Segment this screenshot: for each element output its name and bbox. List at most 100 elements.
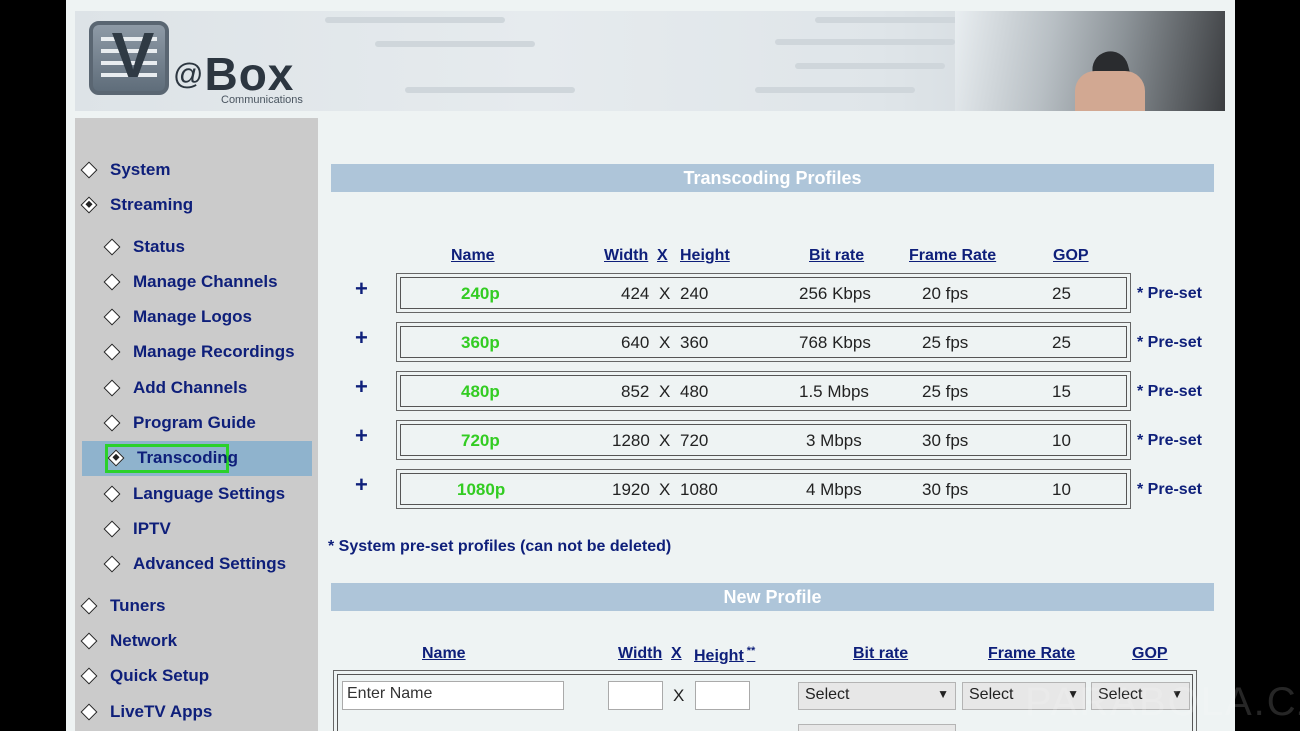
sidebar-item-label: Language Settings	[133, 484, 286, 503]
column-header-gop[interactable]: GOP	[1053, 247, 1089, 265]
sidebar-item-label: LiveTV Apps	[110, 702, 213, 721]
sidebar-item-transcoding[interactable]: Transcoding	[107, 448, 239, 468]
profile-height: 240	[680, 284, 709, 303]
new-profile-height-input[interactable]	[695, 681, 750, 710]
sidebar-item-tuners[interactable]: Tuners	[80, 596, 165, 616]
sidebar-item-status[interactable]: Status	[103, 237, 185, 257]
watermark: PARABOLA.CZ	[1025, 680, 1300, 724]
profile-width: 640	[621, 333, 650, 352]
profile-gop: 10	[1052, 431, 1071, 450]
bitrate-custom-field[interactable]	[798, 724, 956, 731]
new-header-height-mark: **	[746, 645, 756, 657]
new-profile-name-input[interactable]: Enter Name	[342, 681, 564, 710]
column-header-bitrate[interactable]: Bit rate	[809, 247, 864, 265]
sidebar-item-manage-recordings[interactable]: Manage Recordings	[103, 342, 295, 362]
diamond-icon	[103, 273, 121, 291]
table-row[interactable]: 480p 852 X 480 1.5 Mbps 25 fps 15	[396, 371, 1131, 411]
new-header-width: Width	[618, 645, 663, 662]
profile-framerate: 30 fps	[922, 480, 969, 499]
sidebar-item-manage-logos[interactable]: Manage Logos	[103, 307, 252, 327]
diamond-icon	[80, 703, 98, 721]
bitrate-select-value: Select	[805, 686, 850, 703]
profile-bitrate: 768 Kbps	[799, 333, 871, 352]
new-profile-width-input[interactable]	[608, 681, 663, 710]
diamond-icon	[103, 343, 121, 361]
column-header-height[interactable]: Height	[680, 247, 730, 265]
sidebar-item-program-guide[interactable]: Program Guide	[103, 413, 256, 433]
table-row[interactable]: 1080p 1920 X 1080 4 Mbps 30 fps 10	[396, 469, 1131, 509]
profile-x: X	[659, 382, 671, 401]
diamond-icon	[103, 379, 121, 397]
sidebar-item-label: Network	[110, 631, 178, 650]
sidebar-item-label: IPTV	[133, 519, 171, 538]
new-header-framerate: Frame Rate	[988, 645, 1076, 662]
sidebar: System Streaming Status Manage Channels …	[75, 118, 318, 731]
new-header-x: X	[671, 645, 682, 662]
hand-image	[1075, 71, 1145, 111]
profile-bitrate: 256 Kbps	[799, 284, 871, 303]
sidebar-item-quick-setup[interactable]: Quick Setup	[80, 666, 210, 686]
sidebar-item-label: Add Channels	[133, 378, 248, 397]
framerate-select-value: Select	[969, 686, 1014, 703]
profile-width: 852	[621, 382, 650, 401]
diamond-icon	[80, 632, 98, 650]
profile-bitrate: 1.5 Mbps	[799, 382, 869, 401]
sidebar-item-network[interactable]: Network	[80, 631, 178, 651]
profile-framerate: 20 fps	[922, 284, 969, 303]
dropdown-arrow-icon: ▼	[937, 687, 949, 701]
sidebar-item-livetv-apps[interactable]: LiveTV Apps	[80, 702, 213, 722]
sidebar-item-iptv[interactable]: IPTV	[103, 519, 171, 539]
profile-width: 1920	[612, 480, 650, 499]
table-row[interactable]: 720p 1280 X 720 3 Mbps 30 fps 10	[396, 420, 1131, 460]
diamond-icon	[80, 161, 98, 179]
sidebar-item-add-channels[interactable]: Add Channels	[103, 378, 248, 398]
expand-plus-icon[interactable]: +	[355, 423, 368, 449]
sidebar-item-system[interactable]: System	[80, 160, 170, 180]
expand-plus-icon[interactable]: +	[355, 374, 368, 400]
new-header-height: Height **	[694, 645, 755, 665]
sidebar-item-advanced-settings[interactable]: Advanced Settings	[103, 554, 286, 574]
profile-x: X	[659, 431, 671, 450]
preset-label: * Pre-set	[1137, 481, 1202, 498]
table-row[interactable]: 240p 424 X 240 256 Kbps 20 fps 25	[396, 273, 1131, 313]
sidebar-item-manage-channels[interactable]: Manage Channels	[103, 272, 278, 292]
section-title-transcoding-profiles: Transcoding Profiles	[331, 164, 1214, 192]
diamond-icon	[80, 597, 98, 615]
profile-gop: 25	[1052, 284, 1071, 303]
bitrate-select[interactable]: Select ▼	[798, 682, 956, 710]
profile-x: X	[659, 480, 671, 499]
sidebar-item-streaming[interactable]: Streaming	[80, 195, 194, 215]
profile-height: 480	[680, 382, 709, 401]
sidebar-item-label: Manage Recordings	[133, 342, 295, 361]
preset-label: * Pre-set	[1137, 383, 1202, 400]
expand-plus-icon[interactable]: +	[355, 276, 368, 302]
profile-height: 1080	[680, 480, 718, 499]
diamond-icon	[103, 414, 121, 432]
diamond-filled-icon	[80, 196, 98, 214]
diamond-icon	[103, 238, 121, 256]
profile-height: 720	[680, 431, 709, 450]
sidebar-item-label: Streaming	[110, 195, 194, 214]
preset-label: * Pre-set	[1137, 432, 1202, 449]
column-header-width[interactable]: Width	[604, 247, 648, 265]
profile-name: 360p	[461, 333, 500, 352]
profile-name: 720p	[461, 431, 500, 450]
expand-plus-icon[interactable]: +	[355, 325, 368, 351]
profile-name: 1080p	[457, 480, 506, 499]
sidebar-item-label: Quick Setup	[110, 666, 210, 685]
column-header-framerate[interactable]: Frame Rate	[909, 247, 996, 265]
column-header-name[interactable]: Name	[451, 247, 495, 265]
logo-name: Box	[204, 48, 295, 100]
logo-at: @	[173, 58, 205, 91]
table-row[interactable]: 360p 640 X 360 768 Kbps 25 fps 25	[396, 322, 1131, 362]
expand-plus-icon[interactable]: +	[355, 472, 368, 498]
profile-gop: 10	[1052, 480, 1071, 499]
profile-x: X	[659, 284, 671, 303]
sidebar-item-label: Transcoding	[137, 448, 239, 467]
preset-label: * Pre-set	[1137, 334, 1202, 351]
profile-gop: 25	[1052, 333, 1071, 352]
diamond-icon	[80, 667, 98, 685]
sidebar-item-label: Status	[133, 237, 185, 256]
logo-mark: V	[111, 19, 155, 91]
sidebar-item-language-settings[interactable]: Language Settings	[103, 484, 286, 504]
